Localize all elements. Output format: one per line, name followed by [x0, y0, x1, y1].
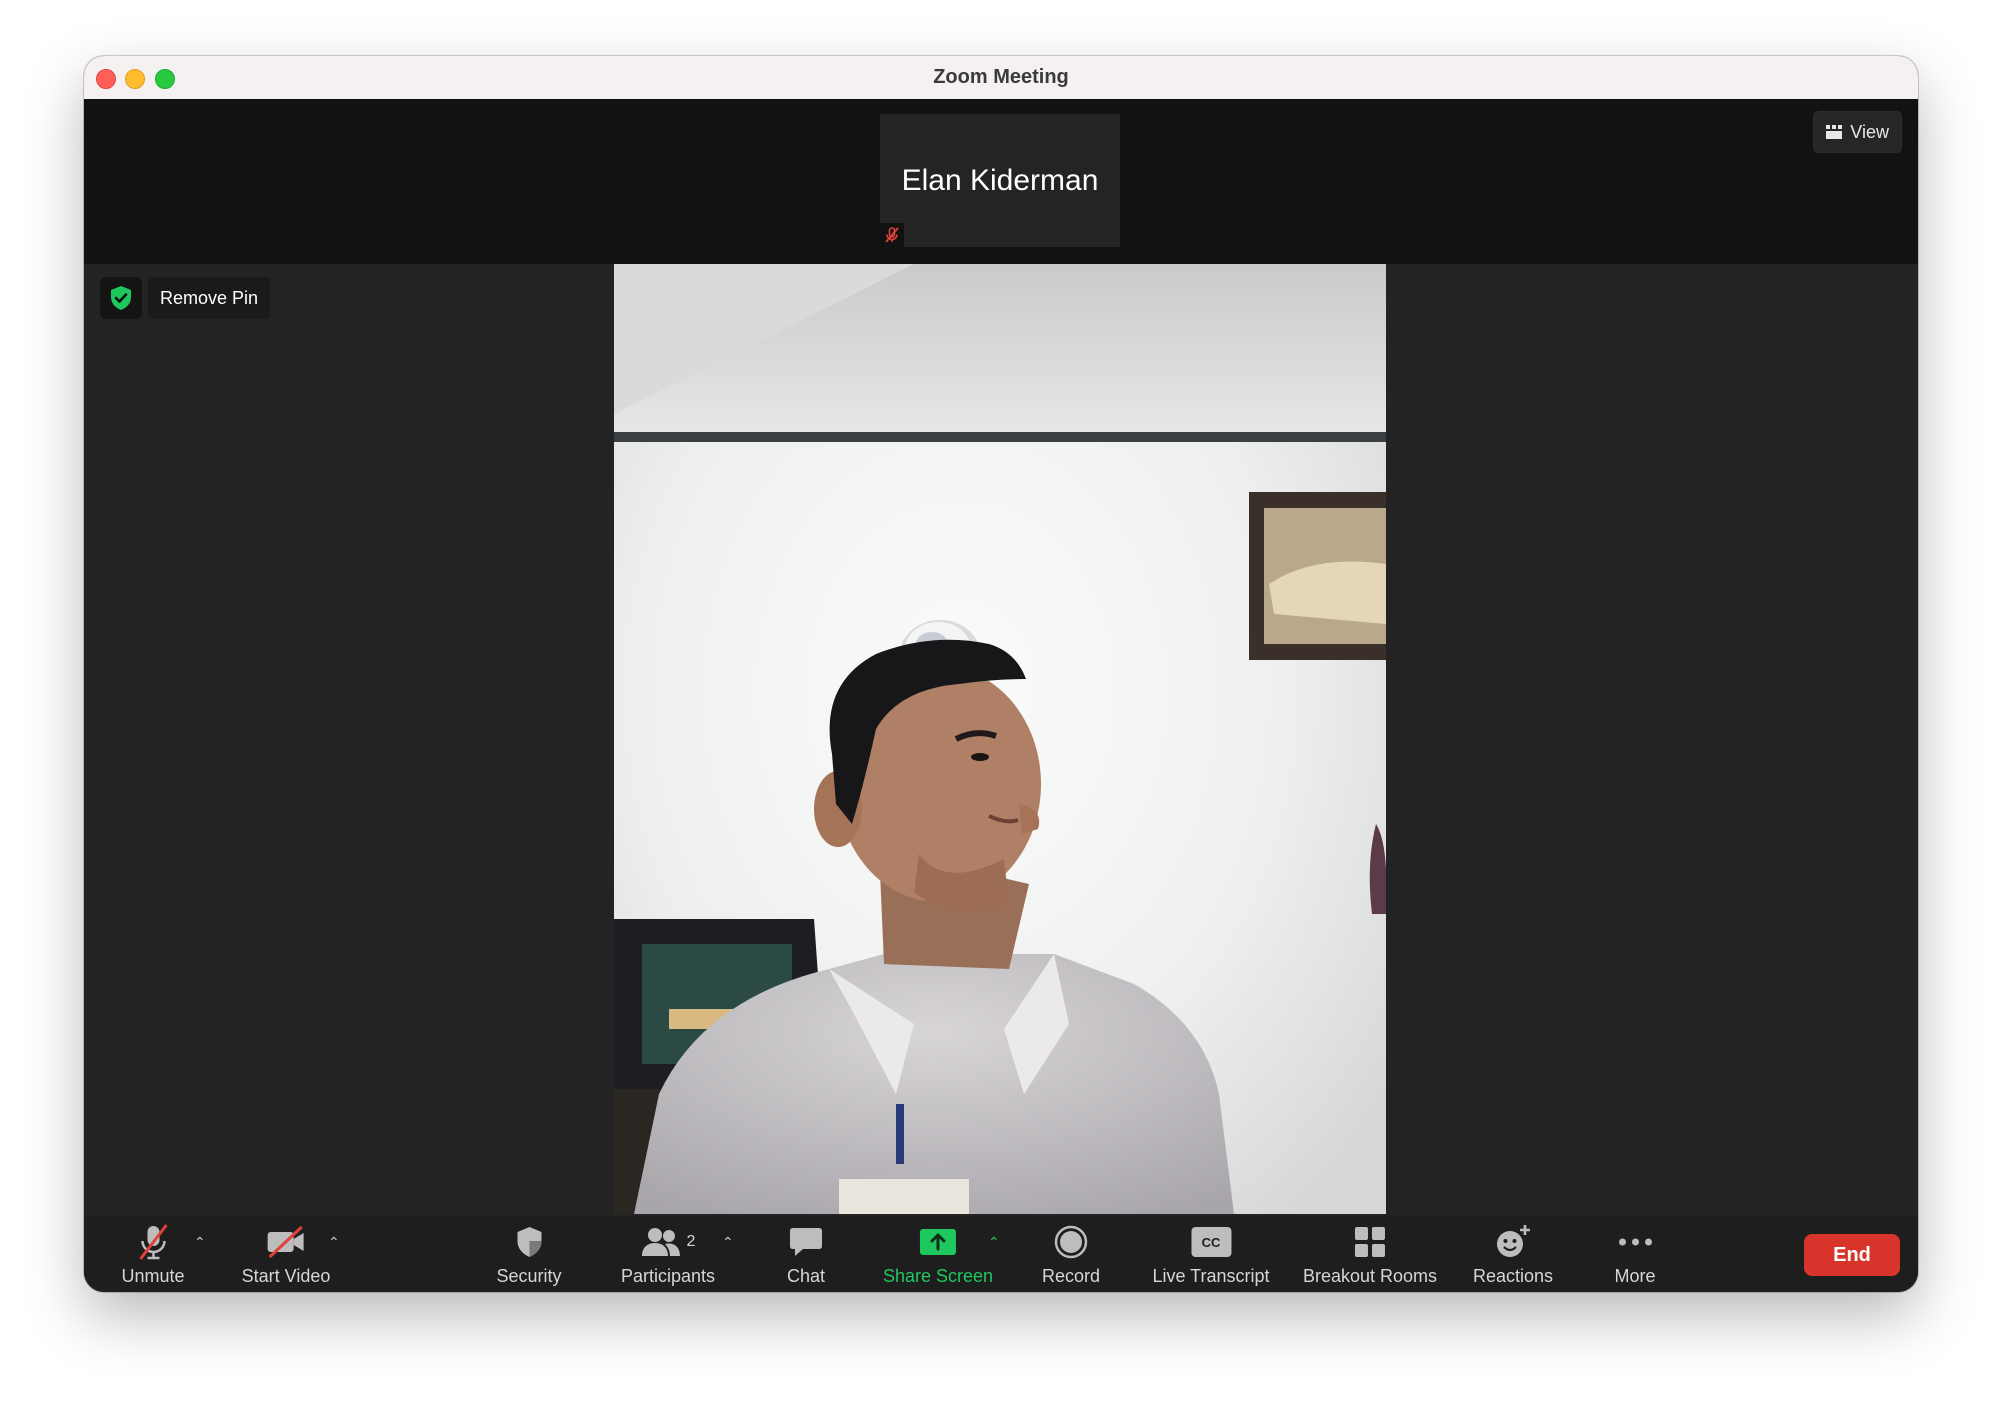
participant-tile[interactable]: Elan Kiderman	[880, 114, 1120, 247]
view-button[interactable]: View	[1813, 111, 1902, 153]
security-button[interactable]: Security	[496, 1222, 562, 1287]
live-transcript-button[interactable]: CC Live Transcript	[1152, 1222, 1270, 1287]
reactions-button[interactable]: Reactions	[1473, 1222, 1553, 1287]
participants-label: Participants	[620, 1266, 716, 1286]
breakout-rooms-button[interactable]: Breakout Rooms	[1303, 1222, 1437, 1287]
share-options-chevron-icon[interactable]: ⌃	[988, 1234, 1000, 1251]
title-bar: Zoom Meeting	[84, 56, 1918, 100]
share-screen-label: Share Screen	[882, 1266, 994, 1286]
chat-button[interactable]: Chat	[787, 1222, 825, 1287]
participants-count: 2	[686, 1233, 696, 1250]
video-options-chevron-icon[interactable]: ⌃	[328, 1234, 340, 1251]
video-off-icon	[267, 1225, 304, 1259]
start-video-button[interactable]: Start Video	[241, 1222, 331, 1287]
reactions-label: Reactions	[1472, 1266, 1554, 1286]
unmute-button[interactable]: Unmute	[121, 1222, 185, 1287]
participants-options-chevron-icon[interactable]: ⌃	[722, 1234, 734, 1251]
muted-microphone-icon	[138, 1224, 168, 1260]
remove-pin-button[interactable]: Remove Pin	[148, 277, 271, 319]
view-label: View	[1850, 121, 1889, 142]
breakout-rooms-label: Breakout Rooms	[1302, 1266, 1438, 1286]
cc-icon-text: CC	[1201, 1234, 1221, 1250]
share-screen-icon	[919, 1229, 956, 1255]
start-video-label: Start Video	[241, 1266, 331, 1286]
breakout-rooms-icon	[1355, 1227, 1385, 1257]
audio-options-chevron-icon[interactable]: ⌃	[194, 1234, 206, 1251]
unmute-label: Unmute	[121, 1266, 185, 1286]
participants-icon	[641, 1228, 680, 1256]
record-label: Record	[1041, 1266, 1101, 1286]
participant-name: Elan Kiderman	[901, 163, 1099, 197]
live-transcript-label: Live Transcript	[1152, 1266, 1270, 1286]
share-screen-button[interactable]: Share Screen	[883, 1222, 993, 1287]
security-label: Security	[496, 1266, 562, 1286]
zoom-window: Zoom Meeting Elan Kiderman View Remove P…	[84, 56, 1918, 1292]
meeting-toolbar: Unmute ⌃ Start Video ⌃ Security 2 Partic…	[84, 1216, 1918, 1292]
participant-strip: Elan Kiderman View	[84, 99, 1918, 264]
chat-icon	[790, 1228, 822, 1256]
pin-controls: Remove Pin	[100, 277, 271, 319]
participant-video	[614, 264, 1386, 1214]
reactions-icon	[1496, 1225, 1530, 1257]
more-button[interactable]: More	[1614, 1222, 1656, 1287]
more-icon	[1618, 1238, 1652, 1246]
record-icon	[1054, 1225, 1088, 1259]
security-icon	[517, 1227, 541, 1257]
window-title: Zoom Meeting	[933, 66, 1069, 88]
end-meeting-button[interactable]: End	[1804, 1234, 1900, 1276]
meeting-stage: Elan Kiderman View Remove Pin	[84, 99, 1918, 1236]
record-button[interactable]: Record	[1042, 1222, 1100, 1287]
chat-label: Chat	[786, 1266, 826, 1286]
security-shield-icon	[100, 277, 142, 319]
more-label: More	[1614, 1266, 1656, 1286]
muted-mic-icon	[880, 223, 904, 247]
grid-view-icon	[1826, 125, 1843, 139]
closed-captions-icon: CC	[1190, 1227, 1231, 1257]
participants-button[interactable]: 2 Participants	[621, 1222, 715, 1287]
video-frame-image	[614, 264, 1386, 1214]
